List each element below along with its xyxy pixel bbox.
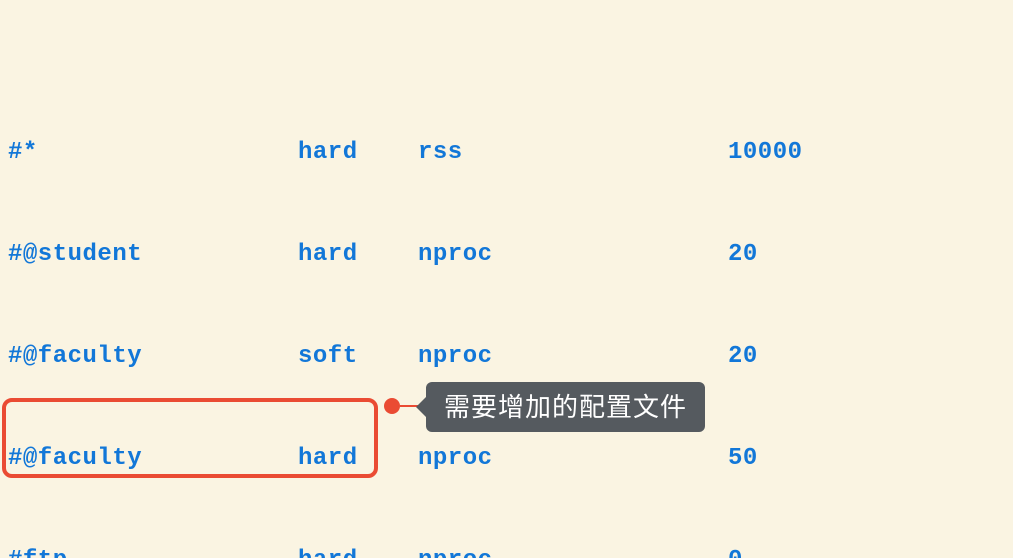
conf-line: #*hardrss10000 bbox=[8, 136, 1005, 170]
conf-line: #@facultysoftnproc20 bbox=[8, 340, 1005, 374]
callout-dot-icon bbox=[384, 398, 400, 414]
terminal-editor[interactable]: #*hardrss10000 #@studenthardnproc20 #@fa… bbox=[0, 0, 1013, 558]
conf-line: #@facultyhardnproc50 bbox=[8, 442, 1005, 476]
callout-tooltip: 需要增加的配置文件 bbox=[426, 382, 705, 432]
conf-line: #ftphardnproc0 bbox=[8, 544, 1005, 558]
callout-connector-icon bbox=[400, 405, 426, 407]
conf-line: #@studenthardnproc20 bbox=[8, 238, 1005, 272]
